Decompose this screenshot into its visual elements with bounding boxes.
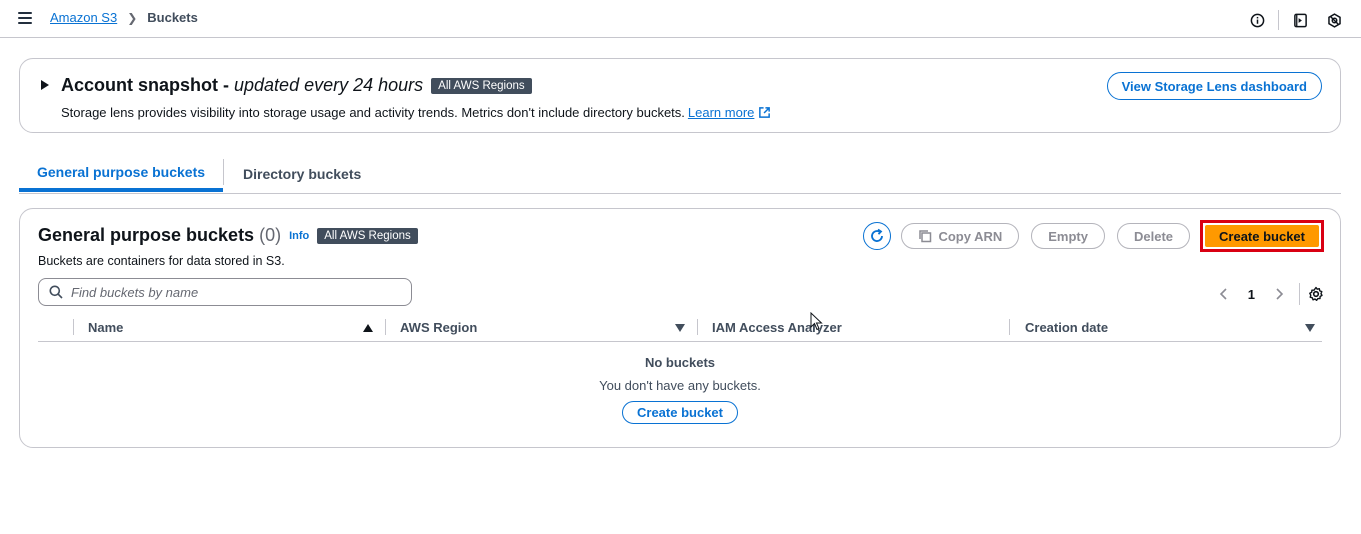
- breadcrumb: Amazon S3 ❯ Buckets: [50, 10, 198, 25]
- copy-arn-label: Copy ARN: [938, 228, 1003, 244]
- panel-header: General purpose buckets (0) Info All AWS…: [38, 225, 418, 246]
- search-icon: [49, 285, 63, 299]
- column-divider: [697, 319, 698, 335]
- gear-icon[interactable]: [1308, 286, 1324, 302]
- column-divider: [385, 319, 386, 335]
- column-aws-region[interactable]: AWS Region: [400, 320, 477, 335]
- panel-description: Buckets are containers for data stored i…: [38, 254, 285, 268]
- buckets-panel: General purpose buckets (0) Info All AWS…: [19, 208, 1341, 448]
- snapshot-description: Storage lens provides visibility into st…: [61, 105, 771, 120]
- top-navigation: Amazon S3 ❯ Buckets: [0, 0, 1361, 38]
- region-badge: All AWS Regions: [317, 227, 418, 244]
- delete-button[interactable]: Delete: [1116, 223, 1191, 249]
- sort-descending-icon[interactable]: [675, 324, 685, 332]
- panel-actions: Copy ARN Empty Delete Create bucket: [863, 220, 1324, 252]
- tab-general-purpose-buckets[interactable]: General purpose buckets: [19, 156, 223, 192]
- column-creation-date[interactable]: Creation date: [1025, 320, 1108, 335]
- pagination: 1: [1216, 283, 1324, 305]
- panel-title: General purpose buckets: [38, 225, 255, 245]
- tab-directory-buckets[interactable]: Directory buckets: [243, 155, 361, 193]
- breadcrumb-amazon-s3[interactable]: Amazon S3: [50, 10, 117, 25]
- search-box: [38, 278, 412, 306]
- tab-divider: [223, 159, 224, 185]
- breadcrumb-buckets: Buckets: [147, 10, 198, 25]
- column-divider: [1009, 319, 1010, 335]
- mouse-cursor-icon: [810, 312, 823, 331]
- sort-ascending-icon[interactable]: [363, 324, 373, 332]
- pager-divider: [1299, 283, 1300, 305]
- view-storage-lens-button[interactable]: View Storage Lens dashboard: [1106, 72, 1322, 100]
- external-link-icon: [759, 107, 771, 118]
- learn-more-link[interactable]: Learn more: [688, 105, 771, 120]
- create-bucket-highlight: Create bucket: [1200, 220, 1324, 252]
- table-header: Name AWS Region IAM Access Analyzer Crea…: [38, 315, 1322, 342]
- divider: [1278, 10, 1279, 30]
- refresh-button[interactable]: [863, 222, 892, 250]
- search-input[interactable]: [71, 284, 391, 300]
- account-snapshot: Account snapshot - updated every 24 hour…: [19, 58, 1341, 133]
- snapshot-title-suffix: updated every 24 hours: [234, 75, 424, 95]
- empty-state: No buckets You don't have any buckets. C…: [20, 355, 1340, 424]
- refresh-icon: [871, 228, 884, 242]
- chevron-right-icon[interactable]: [1271, 286, 1287, 302]
- page-number[interactable]: 1: [1248, 287, 1255, 302]
- info-icon[interactable]: [1248, 11, 1266, 29]
- top-icons: [1248, 10, 1343, 30]
- info-link[interactable]: Info: [289, 230, 309, 242]
- notifications-icon[interactable]: [1291, 11, 1309, 29]
- empty-description: You don't have any buckets.: [599, 378, 761, 393]
- column-divider: [73, 319, 74, 335]
- empty-title: No buckets: [644, 355, 716, 370]
- create-bucket-button[interactable]: Create bucket: [1205, 225, 1319, 247]
- bucket-tabs: General purpose buckets Directory bucket…: [19, 155, 1341, 194]
- copy-arn-button[interactable]: Copy ARN: [901, 223, 1020, 249]
- settings-icon[interactable]: [1325, 11, 1343, 29]
- snapshot-description-text: Storage lens provides visibility into st…: [61, 105, 685, 120]
- empty-create-bucket-button[interactable]: Create bucket: [622, 401, 738, 424]
- chevron-left-icon[interactable]: [1216, 286, 1232, 302]
- empty-button[interactable]: Empty: [1031, 223, 1105, 249]
- copy-icon: [919, 230, 932, 243]
- bucket-count: (0): [259, 225, 282, 245]
- caret-right-icon[interactable]: [41, 80, 49, 90]
- learn-more-label: Learn more: [687, 105, 755, 120]
- column-name[interactable]: Name: [88, 320, 123, 335]
- sort-descending-icon[interactable]: [1305, 324, 1315, 332]
- region-badge: All AWS Regions: [431, 77, 532, 94]
- snapshot-title[interactable]: Account snapshot - updated every 24 hour…: [61, 75, 532, 96]
- menu-icon[interactable]: [18, 12, 32, 24]
- chevron-right-icon: ❯: [127, 10, 138, 25]
- snapshot-title-text: Account snapshot -: [61, 75, 230, 95]
